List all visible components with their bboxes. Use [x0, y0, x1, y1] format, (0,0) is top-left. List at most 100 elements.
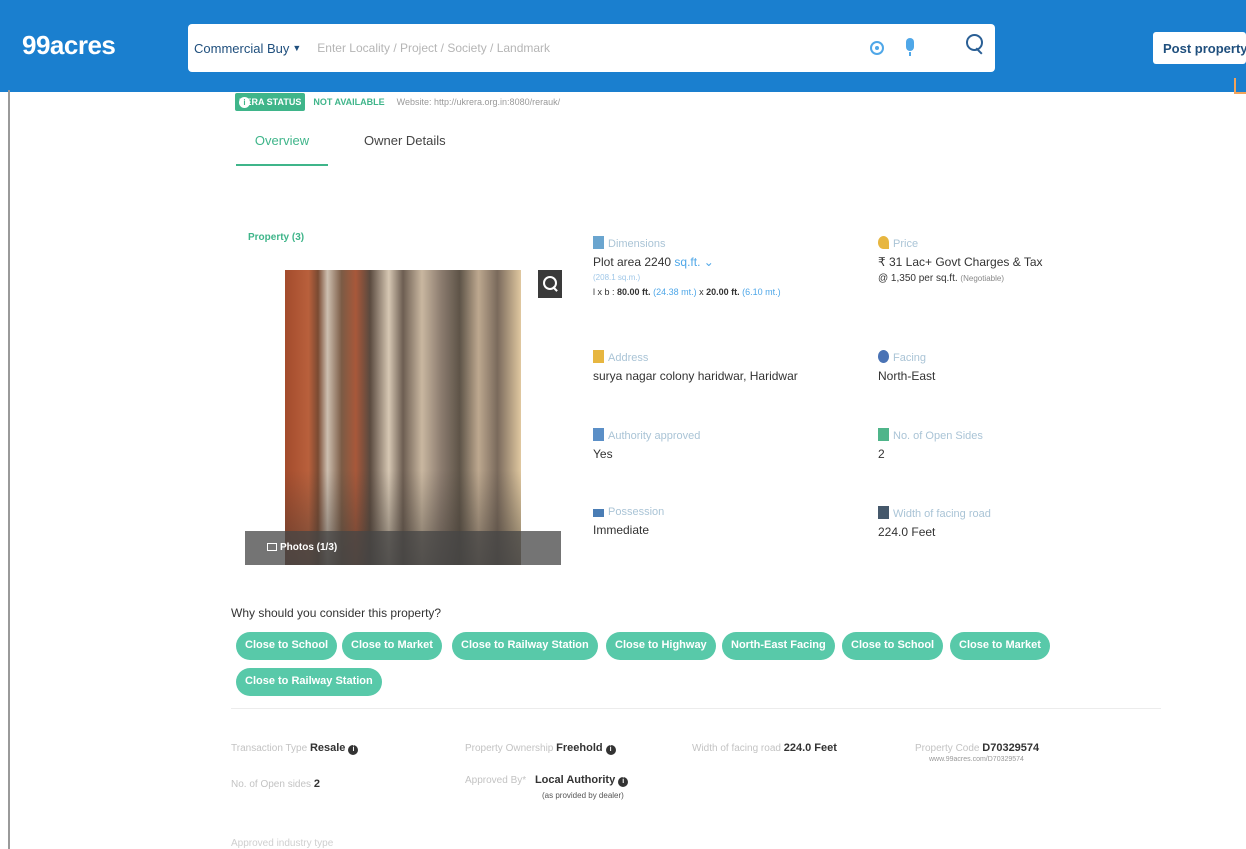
corner-decoration	[1234, 78, 1246, 94]
post-property-label: Post property	[1163, 41, 1246, 56]
possession-icon	[593, 509, 604, 517]
open-sides-value: 2	[878, 447, 885, 461]
detail-facing: Facing North-East	[878, 350, 935, 383]
road-icon	[878, 506, 889, 519]
microphone-icon[interactable]	[906, 38, 914, 56]
approved-note: (as provided by dealer)	[542, 791, 624, 800]
property-image	[285, 270, 521, 565]
property-count-label: Property (3)	[248, 232, 305, 243]
times-sign: x	[699, 287, 704, 297]
detail-price: Price ₹ 31 Lac+ Govt Charges & Tax @ 1,3…	[878, 236, 1043, 284]
tab-overview[interactable]: Overview	[236, 130, 328, 166]
transaction-value: Resale	[309, 742, 346, 754]
photos-counter: Photos (1/3)	[280, 542, 338, 553]
possession-value: Immediate	[593, 523, 650, 537]
authority-value: Yes	[593, 447, 613, 461]
tag-close-to-railway-station-2[interactable]: Close to Railway Station	[236, 668, 382, 696]
length-ft: 80.00 ft.	[617, 287, 651, 297]
search-bar: Commercial Buy ▼	[188, 24, 995, 72]
breadth-ft: 20.00 ft.	[706, 287, 740, 297]
detail-road-width: Width of facing road 224.0 Feet	[878, 506, 991, 539]
site-logo[interactable]: 99acres	[22, 30, 116, 61]
tag-close-to-highway[interactable]: Close to Highway	[606, 632, 716, 660]
property-code-value: D70329574	[982, 742, 1040, 754]
property-code-label: Property Code	[915, 743, 980, 754]
detail-dimensions: Dimensions Plot area 2240 sq.ft. ⌄ (208.…	[593, 236, 781, 297]
zoom-icon[interactable]	[538, 270, 562, 298]
tag-close-to-market[interactable]: Close to Market	[342, 632, 442, 660]
image-icon	[267, 543, 277, 551]
dimensions-label: Dimensions	[608, 238, 666, 250]
info-road-value: 224.0 Feet	[783, 742, 837, 754]
length-m: (24.38 mt.)	[653, 287, 697, 297]
search-icon[interactable]	[966, 34, 984, 56]
property-photo[interactable]	[245, 270, 561, 565]
price-value: ₹ 31 Lac+ Govt Charges & Tax	[878, 255, 1043, 269]
info-icon[interactable]: i	[239, 96, 250, 108]
plot-area-value: Plot area 2240	[593, 255, 672, 269]
search-type-label: Commercial Buy	[194, 40, 290, 56]
facing-icon	[878, 350, 889, 363]
info-icon[interactable]: i	[618, 777, 629, 787]
photos-counter-bar[interactable]: Photos (1/3)	[245, 531, 561, 565]
info-open-sides-value: 2	[313, 778, 320, 790]
lxb-label: l x b :	[593, 287, 615, 297]
detail-possession: Possession Immediate	[593, 506, 664, 537]
info-icon[interactable]: i	[605, 745, 616, 755]
tag-close-to-school-2[interactable]: Close to School	[842, 632, 944, 660]
tag-close-to-market-2[interactable]: Close to Market	[950, 632, 1050, 660]
address-label: Address	[608, 352, 649, 364]
ownership-value: Freehold	[556, 742, 603, 754]
info-property-code: Property Code D70329574 www.99acres.com/…	[915, 742, 1039, 763]
detail-open-sides: No. of Open Sides 2	[878, 428, 983, 461]
search-type-dropdown[interactable]: Commercial Buy ▼	[188, 41, 301, 56]
authority-icon	[593, 428, 604, 441]
chevron-down-icon: ▼	[292, 43, 302, 53]
rera-status-row: RERA STATUS i NOT AVAILABLE Website: htt…	[235, 92, 560, 112]
open-sides-icon	[878, 428, 889, 441]
info-icon[interactable]: i	[348, 745, 359, 755]
search-input[interactable]	[317, 41, 838, 55]
info-transaction: Transaction Type Resale i	[231, 742, 359, 755]
price-rate: @ 1,350 per sq.ft.	[878, 273, 958, 284]
info-open-sides-label: No. of Open sides	[231, 779, 312, 790]
detail-address: Address surya nagar colony haridwar, Har…	[593, 350, 798, 383]
address-icon	[593, 350, 604, 363]
road-width-value: 224.0 Feet	[878, 525, 936, 539]
price-icon	[878, 236, 889, 249]
price-label: Price	[893, 238, 919, 250]
tab-owner-details[interactable]: Owner Details	[364, 130, 446, 166]
facing-value: North-East	[878, 369, 936, 383]
price-negotiable: (Negotiable)	[960, 274, 1004, 283]
property-url[interactable]: www.99acres.com/D70329574	[929, 756, 1039, 763]
tag-close-to-school[interactable]: Close to School	[236, 632, 338, 660]
tag-close-to-railway-station[interactable]: Close to Railway Station	[452, 632, 598, 660]
approved-by-label: Approved By*	[465, 775, 527, 786]
location-icon[interactable]	[870, 41, 884, 55]
info-ownership: Property Ownership Freehold i	[465, 742, 616, 755]
possession-label: Possession	[608, 506, 665, 518]
rera-website[interactable]: Website: http://ukrera.org.in:8080/rerau…	[397, 97, 560, 107]
info-road-width: Width of facing road 224.0 Feet	[692, 742, 837, 754]
road-width-label: Width of facing road	[893, 508, 991, 520]
ownership-label: Property Ownership	[465, 743, 554, 754]
detail-authority: Authority approved Yes	[593, 428, 700, 461]
area-unit-dropdown[interactable]: sq.ft.	[674, 255, 700, 269]
tag-north-east-facing[interactable]: North-East Facing	[722, 632, 835, 660]
rera-badge: RERA STATUS i	[235, 93, 306, 111]
open-sides-label: No. of Open Sides	[893, 430, 983, 442]
breadth-m: (6.10 mt.)	[742, 287, 781, 297]
authority-label: Authority approved	[608, 430, 701, 442]
detail-tabs: Overview Owner Details	[236, 130, 446, 166]
rera-status-value: NOT AVAILABLE	[313, 97, 385, 107]
approved-by-value: Local Authority	[534, 774, 616, 786]
address-value: surya nagar colony haridwar, Haridwar	[593, 369, 798, 383]
top-header: 99acres Commercial Buy ▼ Post property	[0, 0, 1246, 92]
section-divider	[231, 708, 1161, 709]
plot-area-sqm: (208.1 sq.m.)	[593, 273, 641, 282]
left-frame-line	[8, 90, 10, 849]
info-approved-by: Approved By* Local Authority i (as provid…	[465, 774, 629, 800]
page: 99acres Commercial Buy ▼ Post property R…	[0, 0, 1246, 849]
post-property-button[interactable]: Post property	[1153, 32, 1246, 64]
chevron-down-icon: ⌄	[700, 255, 714, 269]
